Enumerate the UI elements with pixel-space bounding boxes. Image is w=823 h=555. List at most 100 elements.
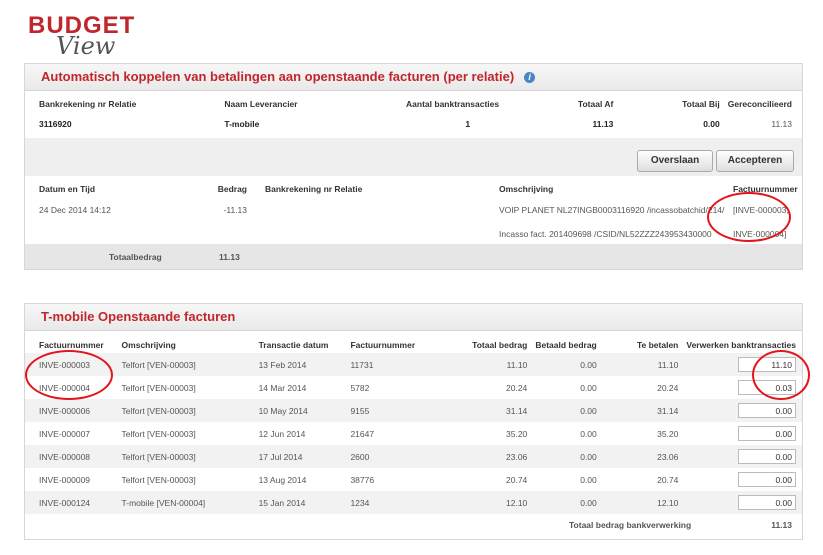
bank-account-value: 3116920	[39, 119, 72, 129]
transaction-row-cont: Incasso fact. 201409698 /CSID/NL52ZZZ243…	[25, 222, 802, 246]
process-amount-input[interactable]: 0.00	[738, 449, 796, 464]
skip-button[interactable]: Overslaan	[637, 150, 713, 172]
invoice-due-cell: 12.10	[657, 497, 679, 508]
invoices-total-label: Totaal bedrag bankverwerking	[569, 520, 692, 530]
invoices-total-value: 11.13	[771, 520, 792, 530]
col-tx-date: Transactie datum	[258, 340, 329, 350]
annotation-circle-invoice-ref	[707, 192, 791, 242]
process-cell: 0.00	[682, 399, 802, 422]
reconciled-value: 11.13	[771, 119, 792, 129]
invoice-due-cell: 23.06	[657, 451, 679, 462]
tx-count-value: 1	[465, 119, 471, 129]
invoice-description-cell: Telfort [VEN-00003]	[121, 428, 196, 439]
invoice-row: INVE-000009 Telfort [VEN-00003] 13 Aug 201…	[25, 468, 802, 491]
col-tx-count: Aantal banktransacties	[406, 99, 500, 109]
invoice-total-cell: 12.10	[506, 497, 528, 508]
total-in-value: 0.00	[703, 119, 720, 129]
col-paid-amount: Betaald bedrag	[535, 340, 597, 350]
invoice-description-cell: Telfort [VEN-00003]	[121, 359, 196, 370]
invoice-due-cell: 35.20	[657, 428, 679, 439]
process-amount-input[interactable]: 0.00	[738, 426, 796, 441]
invoice-number-cell: INVE-000124	[39, 497, 91, 508]
total-value: 11.13	[219, 252, 240, 262]
col-bank-account: Bankrekening nr Relatie	[39, 99, 137, 109]
invoice-number-cell: INVE-000007	[39, 428, 91, 439]
tx-bank-account	[251, 198, 485, 222]
relation-row: 3116920 T-mobile 1 11.13 0.00 11.13	[25, 111, 802, 137]
annotation-circle-process-values	[752, 350, 810, 400]
col-inv-number-2: Factuurnummer	[350, 340, 416, 350]
col-reconciled: Gereconcilieerd	[727, 99, 792, 109]
invoice-date-cell: 17 Jul 2014	[258, 451, 303, 462]
process-amount-input[interactable]: 0.00	[738, 495, 796, 510]
invoice-total-cell: 23.06	[506, 451, 528, 462]
supplier-value: T-mobile	[224, 119, 260, 129]
auto-match-title-text: Automatisch koppelen van betalingen aan …	[41, 69, 515, 84]
budgetview-logo: BUDGET View	[28, 12, 168, 60]
open-invoices-panel: T-mobile Openstaande facturen Factuurnum…	[24, 303, 803, 540]
invoice-number-cell: INVE-000009	[39, 474, 91, 485]
tx-bank-account-empty	[251, 222, 485, 246]
invoice-row: INVE-000008 Telfort [VEN-00003] 17 Jul 201…	[25, 445, 802, 468]
invoice-total-cell: 35.20	[506, 428, 528, 439]
logo-word-view: View	[56, 32, 116, 60]
invoice-due-cell: 11.10	[657, 359, 679, 370]
invoice-ref-cell: 11731	[350, 359, 374, 370]
invoice-number-cell: INVE-000008	[39, 451, 91, 462]
col-datetime: Datum en Tijd	[39, 184, 96, 194]
invoice-row: INVE-000004 Telfort [VEN-00003] 14 Mar 201…	[25, 376, 802, 399]
tx-amount: -11.13	[223, 205, 247, 215]
invoice-date-cell: 12 Jun 2014	[258, 428, 306, 439]
col-total-out: Totaal Af	[577, 99, 614, 109]
invoice-total-cell: 20.24	[506, 382, 528, 393]
invoice-row: INVE-000003 Telfort [VEN-00003] 13 Feb 201…	[25, 353, 802, 376]
auto-match-title: Automatisch koppelen van betalingen aan …	[25, 64, 802, 91]
col-supplier: Naam Leverancier	[224, 99, 298, 109]
invoice-row: INVE-000007 Telfort [VEN-00003] 12 Jun 201…	[25, 422, 802, 445]
invoice-paid-cell: 0.00	[580, 359, 597, 370]
col-total-in: Totaal Bij	[682, 99, 720, 109]
invoice-date-cell: 10 May 2014	[258, 405, 308, 416]
process-cell: 0.00	[682, 491, 802, 514]
invoice-description-cell: Telfort [VEN-00003]	[121, 451, 196, 462]
invoice-due-cell: 31.14	[657, 405, 679, 416]
accept-button[interactable]: Accepteren	[716, 150, 794, 172]
process-amount-input[interactable]: 0.00	[738, 403, 796, 418]
invoice-paid-cell: 0.00	[580, 382, 597, 393]
total-band: Totaalbedrag 11.13	[25, 244, 802, 269]
invoice-due-cell: 20.24	[657, 382, 679, 393]
invoice-total-cell: 31.14	[506, 405, 528, 416]
invoice-paid-cell: 0.00	[580, 451, 597, 462]
invoice-ref-cell: 21647	[350, 428, 375, 439]
tx-date-empty	[25, 222, 193, 246]
invoice-ref-cell: 9155	[350, 405, 370, 416]
invoice-date-cell: 14 Mar 2014	[258, 382, 307, 393]
invoice-paid-cell: 0.00	[580, 405, 597, 416]
invoice-total-cell: 20.74	[506, 474, 528, 485]
invoice-row: INVE-000124 T-mobile [VEN-00004] 15 Jan 20…	[25, 491, 802, 514]
tx-amount-empty	[193, 222, 251, 246]
annotation-circle-inv-numbers	[25, 350, 113, 400]
invoice-description-cell: T-mobile [VEN-00004]	[121, 497, 206, 508]
invoice-date-cell: 13 Feb 2014	[258, 359, 307, 370]
process-cell: 0.00	[682, 422, 802, 445]
process-amount-input[interactable]: 0.00	[738, 472, 796, 487]
transactions-table: Datum en Tijd Bedrag Bankrekening nr Rel…	[25, 180, 802, 246]
col-tx-bank-account: Bankrekening nr Relatie	[265, 184, 363, 194]
invoice-ref-cell: 2600	[350, 451, 370, 462]
invoice-paid-cell: 0.00	[580, 497, 597, 508]
invoice-date-cell: 13 Aug 2014	[258, 474, 307, 485]
col-inv-description: Omschrijving	[121, 340, 176, 350]
tx-date: 24 Dec 2014 14:12	[39, 205, 111, 215]
invoice-description-cell: Telfort [VEN-00003]	[121, 382, 196, 393]
total-out-value: 11.13	[592, 119, 614, 129]
invoice-ref-cell: 1234	[350, 497, 370, 508]
invoice-paid-cell: 0.00	[580, 474, 597, 485]
col-total-amount: Totaal bedrag	[472, 340, 528, 350]
info-icon[interactable]: i	[524, 72, 536, 84]
process-cell: 0.00	[682, 468, 802, 491]
invoice-paid-cell: 0.00	[580, 428, 597, 439]
open-invoices-table: Factuurnummer Omschrijving Transactie da…	[25, 337, 802, 514]
process-cell: 0.00	[682, 445, 802, 468]
invoice-number-cell: INVE-000006	[39, 405, 91, 416]
